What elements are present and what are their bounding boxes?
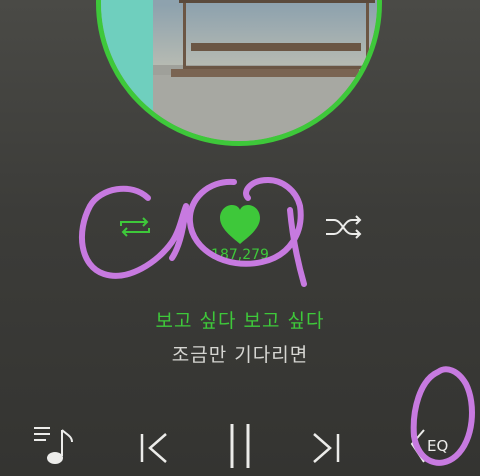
previous-button[interactable]: [136, 428, 172, 468]
music-player-screen: 187,279 보고 싶다 보고 싶다 조금만 기다리면 EQ: [0, 0, 480, 476]
shuffle-icon: [326, 215, 362, 239]
pause-icon: [230, 424, 250, 468]
repeat-button[interactable]: [113, 212, 157, 242]
repeat-icon: [120, 217, 150, 237]
playlist-button[interactable]: [28, 422, 80, 470]
like-button[interactable]: [212, 200, 268, 248]
like-count: 187,279: [211, 247, 269, 263]
next-track-icon: [313, 433, 340, 463]
album-art: [96, 0, 382, 146]
pause-button[interactable]: [224, 420, 256, 472]
heart-icon: [220, 205, 260, 244]
next-lyric: 조금만 기다리면: [171, 344, 309, 366]
equalizer-label: EQ: [427, 437, 449, 455]
shuffle-button[interactable]: [322, 212, 366, 242]
next-button[interactable]: [308, 428, 344, 468]
current-lyric: 보고 싶다 보고 싶다: [155, 310, 325, 332]
playlist-music-icon: [34, 427, 73, 464]
previous-track-icon: [140, 433, 167, 463]
equalizer-button[interactable]: EQ: [406, 424, 462, 468]
